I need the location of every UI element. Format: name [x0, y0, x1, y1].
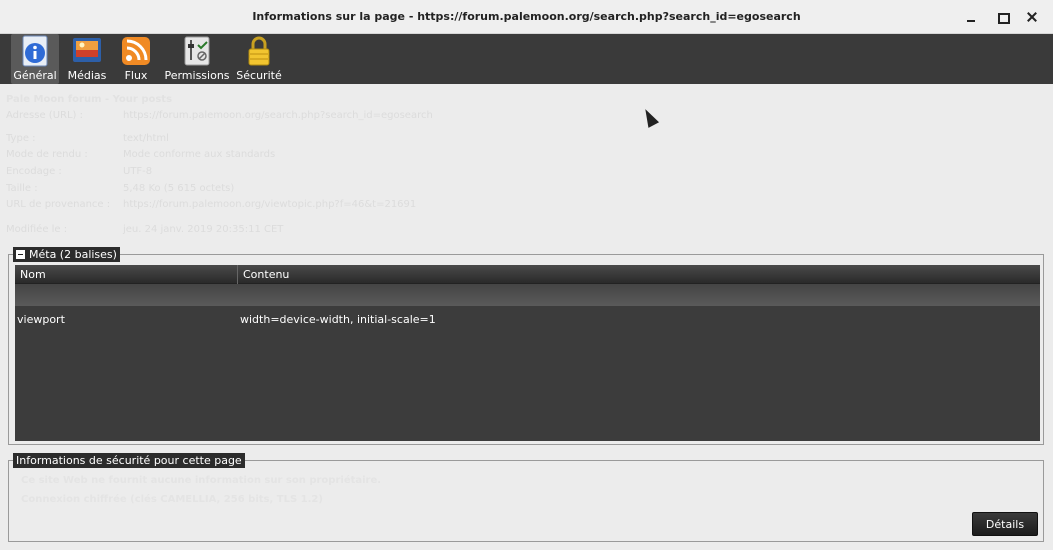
meta-group: Méta (2 balises) Nom Contenu viewport wi… [8, 247, 1044, 445]
tab-permissions[interactable]: Permissions [164, 34, 230, 84]
info-key: Encodage : [6, 166, 62, 177]
info-row-referrer: URL de provenance : https://forum.palemo… [6, 199, 566, 212]
security-owner-text: Ce site Web ne fournit aucune informatio… [21, 475, 382, 486]
tab-general-label: Général [13, 69, 57, 82]
cell-contenu: width=device-width, initial-scale=1 [240, 313, 436, 326]
permissions-icon [180, 34, 214, 68]
info-value[interactable]: UTF-8 [123, 166, 152, 177]
column-header-nom[interactable]: Nom [15, 265, 238, 284]
info-value[interactable]: Mode conforme aux standards [123, 149, 275, 160]
info-row-render-mode: Mode de rendu : Mode conforme aux standa… [6, 149, 566, 162]
meta-legend-label: Méta (2 balises) [29, 248, 117, 261]
details-button[interactable]: Détails [972, 512, 1038, 536]
security-group: Informations de sécurité pour cette page… [8, 453, 1044, 542]
security-legend: Informations de sécurité pour cette page [13, 453, 245, 468]
lock-icon [242, 34, 276, 68]
tab-medias[interactable]: Médias [64, 34, 110, 84]
minimize-icon[interactable] [962, 8, 980, 26]
security-connection-text: Connexion chiffrée (clés CAMELLIA, 256 b… [21, 494, 323, 505]
tab-flux[interactable]: Flux [117, 34, 155, 84]
rss-icon [119, 34, 153, 68]
tab-securite-label: Sécurité [236, 69, 282, 82]
tab-permissions-label: Permissions [164, 69, 230, 82]
info-value[interactable]: 5,48 Ko (5 615 octets) [123, 183, 234, 194]
info-key: URL de provenance : [6, 199, 111, 210]
cell-nom: viewport [17, 313, 65, 326]
info-value[interactable]: jeu. 24 janv. 2019 20:35:11 CET [123, 224, 283, 235]
tab-general[interactable]: Général [11, 34, 59, 84]
window-title: Informations sur la page - https://forum… [252, 10, 801, 23]
info-value[interactable]: text/html [123, 133, 169, 144]
info-row-type: Type : text/html [6, 133, 566, 146]
collapse-icon[interactable] [16, 250, 25, 259]
table-row[interactable]: viewport width=device-width, initial-sca… [15, 313, 1040, 329]
mouse-cursor-icon [640, 106, 660, 128]
toolbar: Général Médias Flux Permissions Sécurité [0, 34, 1053, 84]
info-icon [18, 34, 52, 68]
media-icon [70, 34, 104, 68]
info-row-encoding: Encodage : UTF-8 [6, 166, 566, 179]
info-key: Taille : [6, 183, 38, 194]
meta-legend[interactable]: Méta (2 balises) [13, 247, 120, 262]
page-title: Pale Moon forum - Your posts [6, 94, 173, 105]
info-key: Mode de rendu : [6, 149, 88, 160]
info-row-address: Adresse (URL) : https://forum.palemoon.o… [6, 110, 566, 123]
general-info: Pale Moon forum - Your posts [6, 94, 566, 108]
window-titlebar: Informations sur la page - https://forum… [0, 0, 1053, 34]
info-value[interactable]: https://forum.palemoon.org/search.php?se… [123, 110, 433, 121]
info-key: Adresse (URL) : [6, 110, 83, 121]
tab-securite[interactable]: Sécurité [234, 34, 284, 84]
info-row-size: Taille : 5,48 Ko (5 615 octets) [6, 183, 566, 196]
tab-medias-label: Médias [67, 69, 107, 82]
maximize-icon[interactable] [993, 8, 1011, 26]
meta-table[interactable]: Nom Contenu viewport width=device-width,… [15, 265, 1040, 441]
info-key: Type : [6, 133, 36, 144]
close-icon[interactable] [1023, 8, 1041, 26]
info-value[interactable]: https://forum.palemoon.org/viewtopic.php… [123, 199, 416, 210]
tab-flux-label: Flux [124, 69, 148, 82]
info-row-modified: Modifiée le : jeu. 24 janv. 2019 20:35:1… [6, 224, 566, 237]
info-key: Modifiée le : [6, 224, 68, 235]
meta-table-header: Nom Contenu [15, 265, 1040, 284]
table-row[interactable] [15, 284, 1040, 306]
column-header-contenu[interactable]: Contenu [238, 265, 1040, 284]
